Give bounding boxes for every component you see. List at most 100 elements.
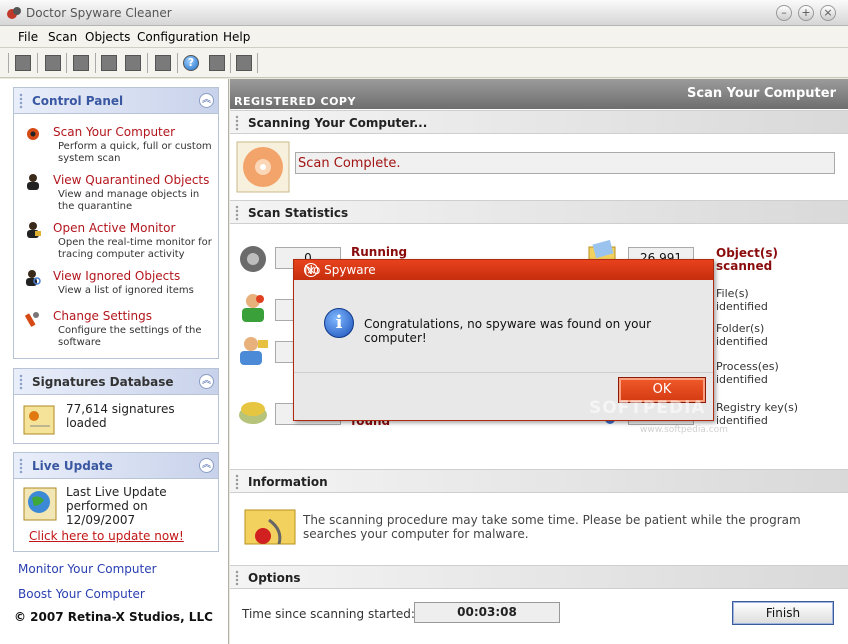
- copyright-text: © 2007 Retina-X Studios, LLC: [14, 610, 213, 624]
- control-panel: Control Panel ︽ Scan Your Computer Perfo…: [13, 87, 219, 359]
- scan-status-field: Scan Complete.: [295, 152, 835, 174]
- no-spyware-dialog: No Spyware × i Congratulations, no spywa…: [293, 259, 714, 421]
- collapse-icon[interactable]: ︽: [199, 458, 214, 473]
- menu-scan[interactable]: Scan: [48, 30, 77, 44]
- cp-item-quarantine[interactable]: View Quarantined Objects View and manage…: [24, 173, 214, 217]
- toolbar-update-icon[interactable]: [155, 55, 171, 71]
- cp-item-label[interactable]: Change Settings: [53, 309, 152, 323]
- grip-icon: [19, 374, 23, 390]
- live-update-panel-title: Live Update: [32, 459, 113, 473]
- toolbar-scan-icon[interactable]: [15, 55, 31, 71]
- toolbar: ?: [0, 48, 848, 78]
- main-header: REGISTERED COPY Scan Your Computer: [230, 79, 848, 109]
- menu-bar: File Scan Objects Configuration Help: [0, 26, 848, 48]
- help-icon[interactable]: ?: [183, 55, 199, 71]
- toolbar-about-icon[interactable]: [209, 55, 225, 71]
- watermark: SOFTPEDIA: [589, 398, 706, 418]
- options-section-header: Options: [230, 565, 848, 589]
- toolbar-ignored-icon[interactable]: [101, 55, 117, 71]
- menu-configuration[interactable]: Configuration: [137, 30, 218, 44]
- maximize-button[interactable]: +: [798, 5, 814, 21]
- close-button[interactable]: ×: [820, 5, 836, 21]
- watermark-url: www.softpedia.com: [640, 425, 728, 435]
- grip-icon: [19, 458, 23, 474]
- control-panel-title: Control Panel: [32, 94, 124, 108]
- cp-item-label[interactable]: View Quarantined Objects: [53, 173, 209, 187]
- info-icon: i: [324, 308, 354, 338]
- toolbar-separator: [66, 53, 67, 73]
- menu-help[interactable]: Help: [223, 30, 250, 44]
- toolbar-monitor-icon[interactable]: [73, 55, 89, 71]
- cp-item-label[interactable]: Scan Your Computer: [53, 125, 175, 139]
- stat-folders-label: Folder(s) identified: [716, 322, 768, 348]
- live-update-panel-header: Live Update ︽: [14, 453, 218, 479]
- section-title: Information: [248, 475, 328, 489]
- cp-item-ignored[interactable]: View Ignored Objects View a list of igno…: [24, 269, 214, 301]
- collapse-icon[interactable]: ︽: [199, 374, 214, 389]
- title-bar: Doctor Spyware Cleaner – + ×: [0, 0, 848, 26]
- cp-item-desc: View a list of ignored items: [58, 285, 194, 296]
- app-icon: [7, 7, 21, 19]
- monitor-agent-icon: [27, 222, 41, 238]
- grip-icon: [235, 115, 239, 131]
- info-section-header: Information: [230, 469, 848, 493]
- cp-item-scan[interactable]: Scan Your Computer Perform a quick, full…: [24, 125, 214, 169]
- live-update-panel: Live Update ︽ Last Live Update performed…: [13, 452, 219, 552]
- stats-section-header: Scan Statistics: [230, 200, 848, 224]
- grip-icon: [235, 205, 239, 221]
- cp-item-desc: Configure the settings of the software: [58, 325, 202, 348]
- toolbar-exit-icon[interactable]: [236, 55, 252, 71]
- menu-file[interactable]: File: [18, 30, 38, 44]
- globe-update-icon: [23, 487, 57, 521]
- page-title: Scan Your Computer: [687, 86, 836, 101]
- toolbar-separator: [177, 53, 178, 73]
- stat-registry-label: Registry key(s) identified: [716, 401, 799, 427]
- dialog-close-button[interactable]: ×: [304, 263, 318, 277]
- scan-disc-icon: [236, 141, 290, 193]
- control-panel-header: Control Panel ︽: [14, 88, 218, 114]
- toolbar-separator: [230, 53, 231, 73]
- stat-processes-label: Process(es) identified: [716, 360, 779, 386]
- signatures-panel-header: Signatures Database ︽: [14, 369, 218, 395]
- section-title: Options: [248, 571, 301, 585]
- signatures-panel: Signatures Database ︽ 77,614 signatures …: [13, 368, 219, 444]
- grip-icon: [235, 474, 239, 490]
- dialog-title-bar: No Spyware ×: [294, 260, 713, 280]
- update-now-link[interactable]: Click here to update now!: [29, 529, 184, 543]
- cp-item-settings[interactable]: Change Settings Configure the settings o…: [24, 309, 214, 353]
- cp-item-desc: View and manage objects in the quarantin…: [58, 189, 200, 212]
- collapse-icon[interactable]: ︽: [199, 93, 214, 108]
- toolbar-settings-icon[interactable]: [125, 55, 141, 71]
- menu-objects[interactable]: Objects: [85, 30, 130, 44]
- cp-item-label[interactable]: Open Active Monitor: [53, 221, 175, 235]
- monitor-computer-link[interactable]: Monitor Your Computer: [18, 562, 157, 576]
- cp-item-desc: Perform a quick, full or custom system s…: [58, 141, 212, 164]
- info-text: The scanning procedure may take some tim…: [303, 513, 801, 541]
- scanning-section-header: Scanning Your Computer...: [230, 110, 848, 134]
- doctor-icon: [242, 294, 264, 322]
- sidebar: Control Panel ︽ Scan Your Computer Perfo…: [0, 79, 229, 644]
- grip-icon: [235, 570, 239, 586]
- grip-icon: [19, 93, 23, 109]
- boost-computer-link[interactable]: Boost Your Computer: [18, 587, 145, 601]
- stat-objects-label: Object(s) scanned: [716, 246, 779, 273]
- magnifier-agent-icon: [26, 270, 41, 286]
- nurse-icon: [240, 337, 268, 365]
- toolbar-quarantine-icon[interactable]: [45, 55, 61, 71]
- dialog-message: Congratulations, no spyware was found on…: [364, 317, 652, 345]
- finish-button[interactable]: Finish: [732, 601, 834, 625]
- cp-item-monitor[interactable]: Open Active Monitor Open the real-time m…: [24, 221, 214, 265]
- cp-item-label[interactable]: View Ignored Objects: [53, 269, 180, 283]
- agent-icon: [27, 174, 39, 190]
- section-title: Scan Statistics: [248, 206, 349, 220]
- toolbar-separator: [8, 53, 9, 73]
- elapsed-time-field: 00:03:08: [414, 602, 560, 623]
- toolbar-separator: [147, 53, 148, 73]
- signatures-count: 77,614 signatures loaded: [66, 402, 175, 430]
- wrench-icon: [25, 312, 39, 327]
- toolbar-separator: [37, 53, 38, 73]
- minimize-button[interactable]: –: [776, 5, 792, 21]
- live-update-text: Last Live Update performed on 12/09/2007: [66, 485, 167, 527]
- signatures-panel-title: Signatures Database: [32, 375, 174, 389]
- disk-icon: [239, 402, 267, 424]
